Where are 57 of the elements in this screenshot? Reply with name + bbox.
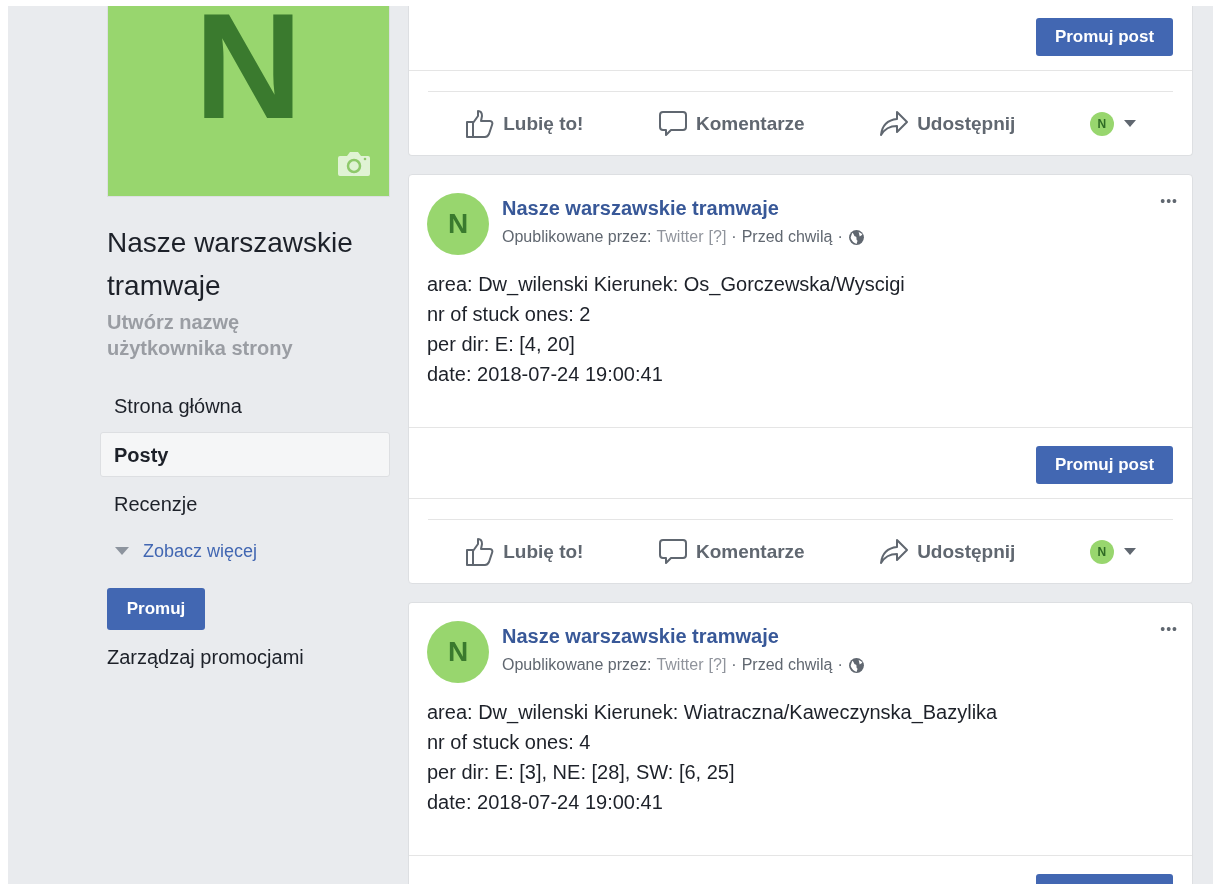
promote-button[interactable]: Promuj (107, 588, 205, 630)
post-text-line: area: Dw_wilenski Kierunek: Wiatraczna/Kaweczynska_Bazylika (427, 700, 999, 726)
comment-button[interactable]: Komentarze (651, 535, 811, 568)
author-link[interactable]: Nasze warszawskie tramwaje (502, 197, 865, 220)
post-text-line: date: 2018-07-24 19:00:41 (427, 362, 664, 387)
post-text-line: per dir: E: [3], NE: [28], SW: [6, 25] (427, 760, 736, 785)
nav-item[interactable]: Strona główna (100, 383, 390, 428)
timestamp-link[interactable]: Przed chwilą (741, 656, 833, 674)
timestamp-link[interactable]: Przed chwilą (741, 228, 833, 246)
see-more-link[interactable]: Zobacz więcej (100, 530, 390, 572)
caret-icon (1123, 548, 1136, 555)
caret-icon (115, 547, 129, 555)
caret-icon (1123, 120, 1136, 127)
help-link[interactable]: [?] (708, 656, 727, 674)
camera-icon[interactable] (337, 150, 371, 178)
like-button[interactable]: Lubię to! (459, 107, 590, 140)
page-name: Nasze warszawskie tramwaje (107, 226, 354, 303)
post-text-line: nr of stuck ones: 4 (427, 730, 592, 755)
post-text-line: per dir: E: [4, 20] (427, 332, 576, 357)
published-by-label: Opublikowane przez: (502, 656, 652, 674)
globe-icon (847, 228, 865, 246)
actor-selector[interactable]: N (1083, 110, 1142, 137)
speech-bubble-icon (657, 108, 688, 139)
separator: · (837, 228, 843, 246)
comment-button[interactable]: Komentarze (651, 107, 811, 140)
profile-letter: N (194, 10, 303, 126)
see-more-label: Zobacz więcej (143, 540, 258, 562)
page-avatar[interactable]: N (427, 621, 489, 683)
nav-item[interactable]: Posty (100, 432, 390, 477)
more-options-button[interactable]: ••• (1160, 193, 1178, 209)
speech-bubble-icon (657, 536, 688, 567)
separator: · (837, 656, 843, 674)
app-link[interactable]: Twitter (656, 228, 704, 246)
app-link[interactable]: Twitter (656, 656, 704, 674)
like-button[interactable]: Lubię to! (459, 535, 590, 568)
post-text-line: date: 2018-07-24 19:00:41 (427, 790, 664, 815)
promote-post-button[interactable]: Promuj post (1036, 18, 1173, 56)
separator: · (731, 228, 737, 246)
share-arrow-icon (879, 536, 910, 567)
share-button[interactable]: Udostępnij (873, 535, 1022, 568)
manage-promotions-link[interactable]: Zarządzaj promocjami (107, 646, 390, 669)
actor-selector[interactable]: N (1083, 538, 1142, 565)
thumbs-up-icon (465, 108, 496, 139)
post-text-line: nr of stuck ones: 2 (427, 302, 592, 327)
share-button[interactable]: Udostępnij (873, 107, 1022, 140)
help-link[interactable]: [?] (708, 228, 727, 246)
promote-post-button[interactable]: Promuj post (1036, 446, 1173, 484)
published-by-label: Opublikowane przez: (502, 228, 652, 246)
globe-icon (847, 656, 865, 674)
separator: · (731, 656, 737, 674)
more-options-button[interactable]: ••• (1160, 621, 1178, 637)
thumbs-up-icon (465, 536, 496, 567)
page-avatar[interactable]: N (427, 193, 489, 255)
author-link[interactable]: Nasze warszawskie tramwaje (502, 625, 865, 648)
nav-item[interactable]: Recenzje (100, 481, 390, 526)
post-text-line: area: Dw_wilenski Kierunek: Os_Gorczewska/Wyscigi (427, 272, 906, 298)
share-arrow-icon (879, 108, 910, 139)
